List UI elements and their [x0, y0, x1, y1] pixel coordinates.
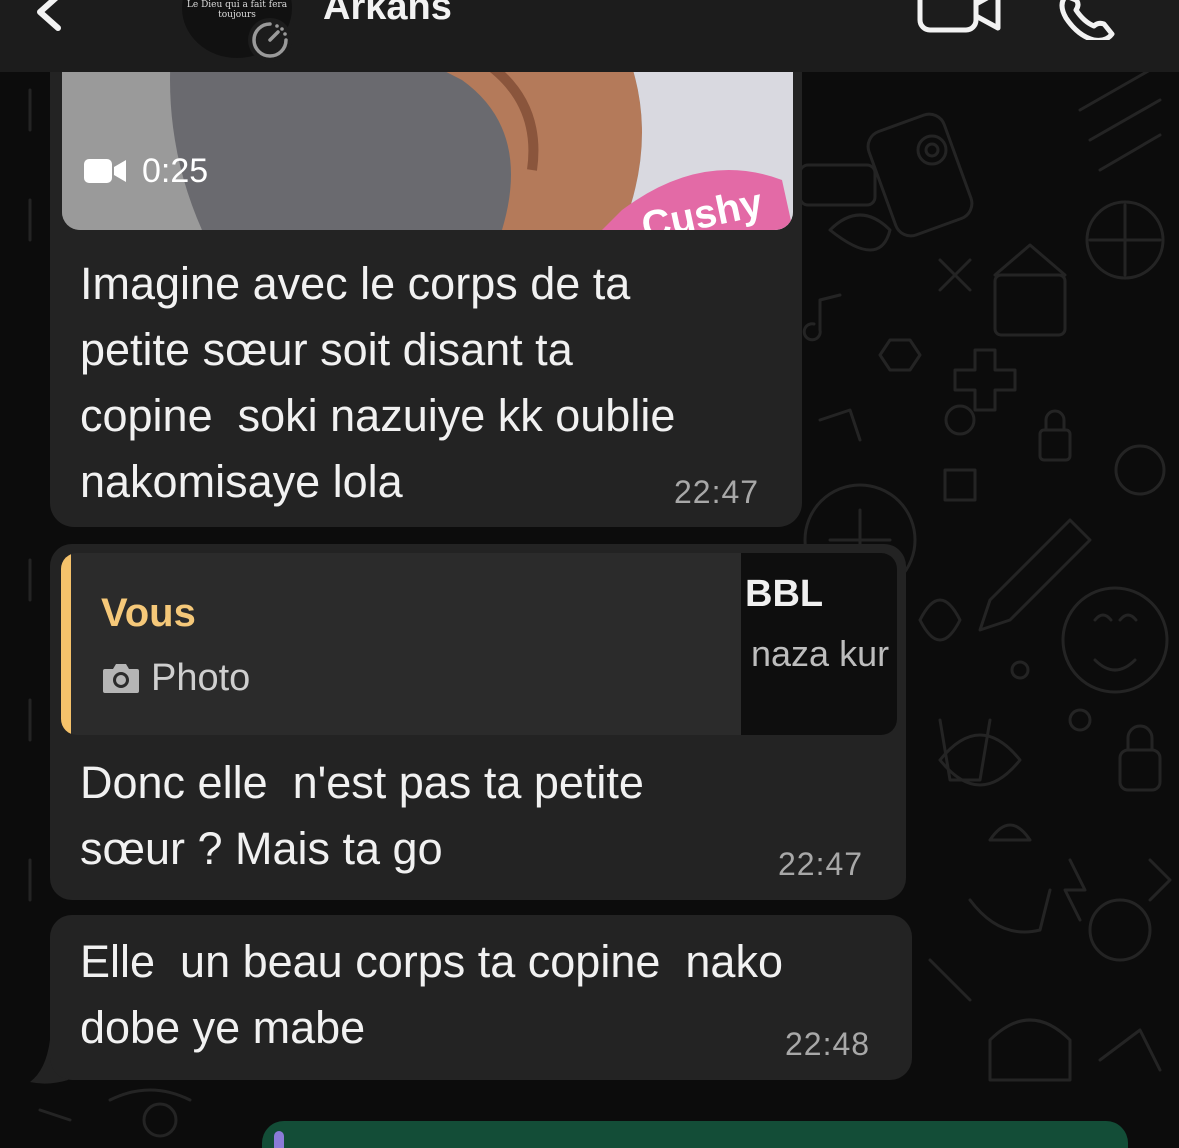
video-camera-icon[interactable]: [914, 0, 1004, 36]
message-timestamp: 22:48: [785, 1026, 871, 1062]
message-timestamp: 22:47: [778, 846, 864, 882]
chat-screen: Le Dieu qui a fait fera toujours Arkans: [0, 0, 1179, 1148]
quote-thumbnail-title: BBL: [745, 573, 824, 615]
contact-name[interactable]: Arkans: [323, 0, 452, 29]
message-timestamp: 22:47: [674, 474, 760, 510]
chat-header: Le Dieu qui a fait fera toujours Arkans: [0, 0, 1179, 72]
quote-accent-bar: [274, 1131, 284, 1148]
message-bubble-incoming[interactable]: Elle un beau corps ta copine nako dobe y…: [50, 915, 912, 1080]
quoted-message[interactable]: Vous Photo BBL naza kur: [61, 553, 897, 735]
message-text: Elle un beau corps ta copine nako dobe y…: [80, 936, 783, 1053]
camera-icon: [103, 664, 139, 693]
message-bubble-incoming[interactable]: Vous Photo BBL naza kur Donc elle n'est …: [50, 544, 906, 900]
quote-author: Vous: [101, 591, 196, 635]
quote-accent-bar: [61, 553, 71, 735]
video-icon: [84, 159, 126, 183]
video-duration: 0:25: [142, 152, 209, 190]
message-bubble-outgoing[interactable]: [262, 1121, 1128, 1148]
quote-thumbnail: BBL naza kur: [741, 553, 897, 735]
quote-media-type: Photo: [151, 657, 251, 699]
quote-thumbnail-subtitle: naza kur: [751, 633, 890, 674]
message-text: Donc elle n'est pas ta petite sœur ? Mai…: [80, 757, 644, 874]
message-bubble-incoming[interactable]: Cushy 0:25 Imagine avec le corps de ta p…: [50, 40, 802, 527]
phone-icon[interactable]: [1052, 0, 1132, 40]
disappearing-timer-icon: [248, 18, 292, 62]
back-chevron-icon[interactable]: [22, 0, 82, 48]
